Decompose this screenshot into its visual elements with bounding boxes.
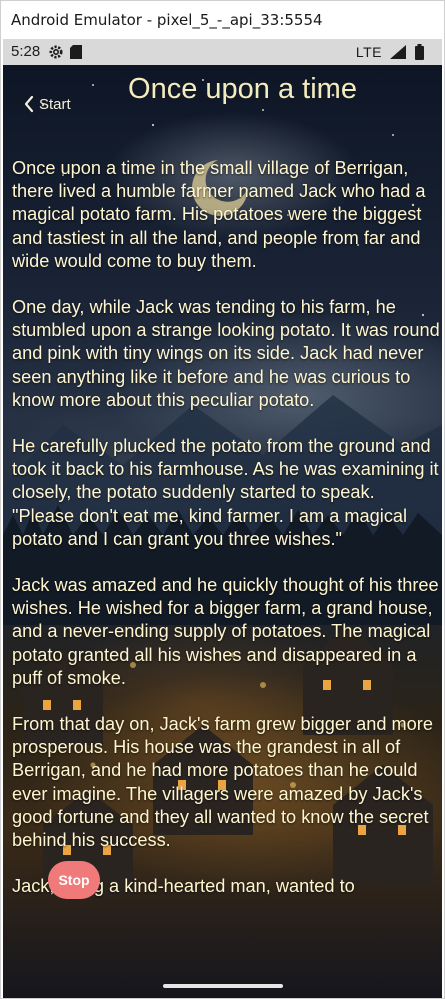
- story-paragraph: One day, while Jack was tending to his f…: [12, 297, 440, 410]
- network-type: LTE: [355, 44, 382, 60]
- window-title: Android Emulator - pixel_5_-_api_33:5554: [1, 1, 444, 39]
- story-paragraph: Once upon a time in the small village of…: [12, 158, 426, 271]
- status-bar: 5:28 LTE: [3, 39, 442, 65]
- gesture-nav-bar: [3, 976, 442, 998]
- emulator-window: Android Emulator - pixel_5_-_api_33:5554…: [0, 0, 445, 999]
- battery-icon: [415, 44, 424, 60]
- phone-screen: 5:28 LTE Start Once upon a time Once upo…: [3, 39, 442, 998]
- sd-card-icon: [70, 45, 82, 59]
- stop-button[interactable]: Stop: [48, 861, 100, 899]
- signal-icon: [390, 45, 406, 59]
- story-text: Once upon a time in the small village of…: [12, 157, 440, 921]
- status-time: 5:28: [11, 43, 41, 60]
- story-paragraph: From that day on, Jack's farm grew bigge…: [12, 714, 433, 851]
- home-handle[interactable]: [163, 984, 283, 988]
- gear-icon: [49, 45, 63, 59]
- story-paragraph: He carefully plucked the potato from the…: [12, 436, 439, 549]
- story-header: Start Once upon a time: [3, 65, 442, 135]
- page-title: Once upon a time: [128, 73, 357, 105]
- story-paragraph: Jack was amazed and he quickly thought o…: [12, 575, 439, 688]
